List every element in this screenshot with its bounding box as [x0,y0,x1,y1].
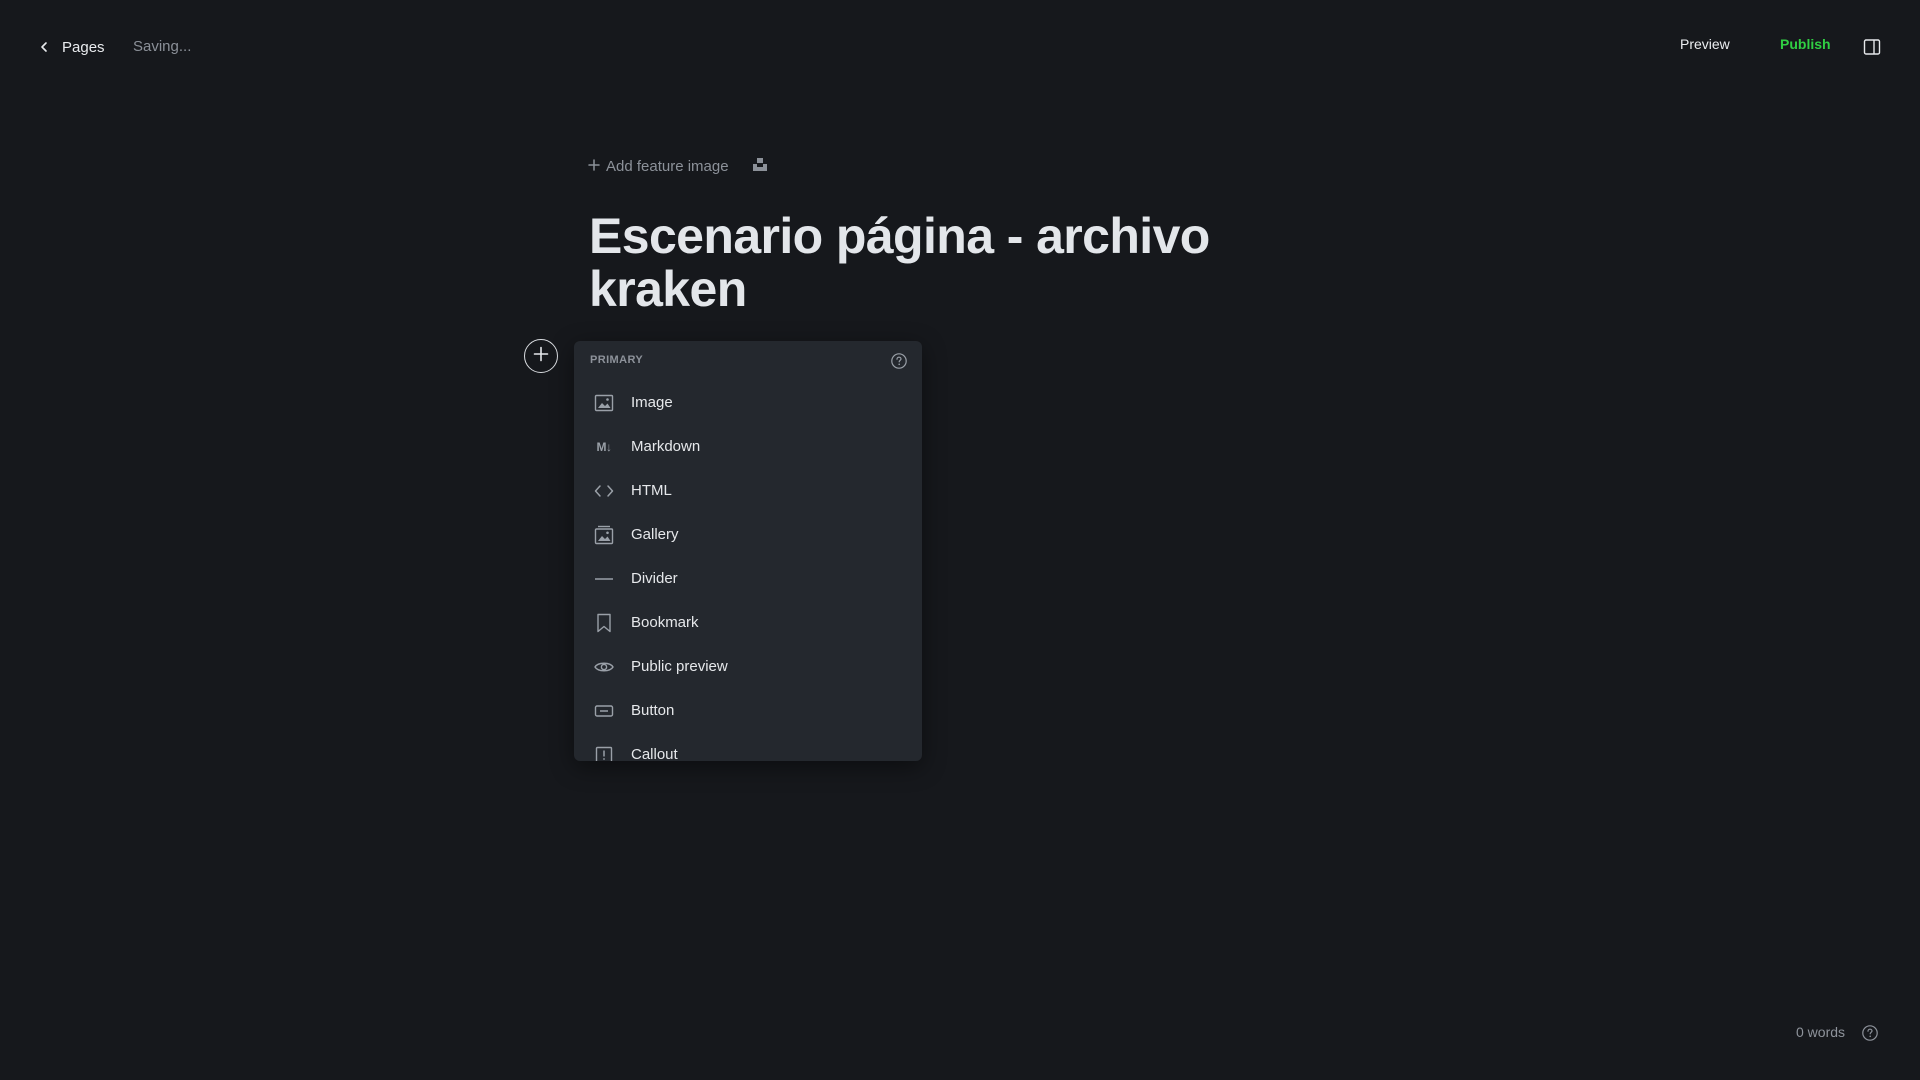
back-link-label: Pages [62,38,105,56]
add-feature-image-label: Add feature image [606,157,729,175]
card-menu: PRIMARY Image M↓ Markdown HTML Gallery D… [574,341,922,761]
post-title[interactable]: Escenario página - archivo kraken [589,210,1289,316]
card-menu-item-image[interactable]: Image [574,381,922,425]
card-menu-item-button[interactable]: Button [574,689,922,733]
card-menu-item-label: Callout [631,746,678,761]
button-icon [594,701,614,721]
preview-button[interactable]: Preview [1680,36,1730,52]
image-icon [594,393,614,413]
sidebar-toggle-icon[interactable] [1863,38,1883,58]
card-menu-item-label: Image [631,394,673,411]
card-menu-item-label: Public preview [631,658,728,675]
unsplash-icon[interactable] [752,156,768,174]
card-menu-item-divider[interactable]: Divider [574,557,922,601]
add-card-button[interactable] [524,339,558,373]
save-status: Saving... [133,38,192,55]
help-icon[interactable] [890,352,908,370]
card-menu-header: PRIMARY [574,341,922,381]
gallery-icon [594,525,614,545]
plus-icon [588,158,600,175]
card-menu-item-markdown[interactable]: M↓ Markdown [574,425,922,469]
post-title-line-2: kraken [589,261,747,317]
markdown-icon: M↓ [596,440,613,454]
editor-page: Pages Saving... Preview Publish Add feat… [0,0,1920,1080]
card-menu-item-label: HTML [631,482,672,499]
card-menu-item-gallery[interactable]: Gallery [574,513,922,557]
top-bar: Pages Saving... Preview Publish [0,0,1920,94]
divider-icon [594,569,614,589]
card-menu-item-label: Gallery [631,526,679,543]
post-title-line-1: Escenario página - archivo [589,208,1210,264]
code-icon [594,481,614,501]
card-menu-item-bookmark[interactable]: Bookmark [574,601,922,645]
bookmark-icon [594,613,614,633]
publish-button[interactable]: Publish [1780,36,1831,52]
card-menu-item-label: Button [631,702,675,719]
card-menu-item-html[interactable]: HTML [574,469,922,513]
card-menu-item-callout[interactable]: Callout [574,733,922,761]
card-menu-item-label: Bookmark [631,614,699,631]
help-icon[interactable] [1861,1024,1879,1042]
eye-icon [594,657,614,677]
add-feature-image-button[interactable]: Add feature image [588,154,729,178]
card-menu-item-label: Divider [631,570,678,587]
plus-icon [533,346,549,367]
word-count: 0 words [1796,1024,1846,1040]
card-menu-item-label: Markdown [631,438,701,455]
card-menu-section-label: PRIMARY [590,354,644,366]
callout-icon [594,745,614,761]
back-to-pages-link[interactable]: Pages [38,34,105,60]
card-menu-item-public-preview[interactable]: Public preview [574,645,922,689]
chevron-left-icon [38,41,50,53]
